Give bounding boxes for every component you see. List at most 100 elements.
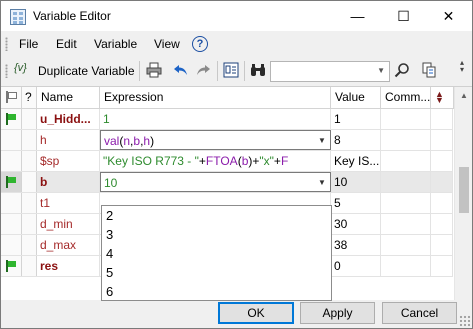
value-cell[interactable]: Key IS... xyxy=(331,151,381,171)
header-flag-column[interactable] xyxy=(1,87,22,109)
comment-cell[interactable] xyxy=(381,151,431,171)
duplicate-variable-button[interactable]: Duplicate Variable xyxy=(38,64,135,78)
variable-name-cell[interactable]: b xyxy=(37,172,100,192)
copy-icon[interactable] xyxy=(421,62,437,78)
dropdown-option[interactable]: 2 xyxy=(106,208,113,223)
print-icon[interactable] xyxy=(146,62,162,78)
comment-cell[interactable] xyxy=(381,235,431,255)
vertical-scrollbar[interactable]: ▲ xyxy=(454,87,472,300)
comment-cell[interactable] xyxy=(381,256,431,276)
value-cell[interactable]: 8 xyxy=(331,130,381,150)
sort-order-icon: ▲ ▼ xyxy=(435,89,444,105)
comment-cell[interactable] xyxy=(381,130,431,150)
search-combo-input[interactable]: ▼ xyxy=(270,61,390,82)
value-cell[interactable]: 5 xyxy=(331,193,381,213)
row-question-cell[interactable] xyxy=(22,235,37,255)
comment-cell[interactable] xyxy=(381,193,431,213)
variable-name-cell[interactable]: t1 xyxy=(37,193,100,213)
header-value[interactable]: Value xyxy=(331,87,381,109)
cancel-button[interactable]: Cancel xyxy=(382,302,457,324)
expression-cell[interactable]: 10 ▼ xyxy=(100,172,331,192)
expression-token: + xyxy=(198,154,206,168)
variable-name-cell[interactable]: d_max xyxy=(37,235,100,255)
flag-header-icon xyxy=(6,91,17,103)
table-row[interactable]: u_Hidd... 1 1 xyxy=(1,109,453,130)
binoculars-icon[interactable] xyxy=(250,62,266,78)
table-row[interactable]: b 10 ▼ 10 xyxy=(1,172,453,193)
maximize-button[interactable]: ☐ xyxy=(381,2,426,31)
menu-grip-handle[interactable] xyxy=(5,37,8,51)
row-question-cell[interactable] xyxy=(22,193,37,213)
page-icon[interactable] xyxy=(223,62,239,78)
value-cell[interactable]: 10 xyxy=(331,172,381,192)
variable-name-cell[interactable]: h xyxy=(37,130,100,150)
menu-edit[interactable]: Edit xyxy=(56,37,77,51)
row-flag-cell[interactable] xyxy=(1,109,22,129)
dropdown-option[interactable]: 3 xyxy=(106,227,113,242)
row-question-cell[interactable] xyxy=(22,256,37,276)
table-row[interactable]: $sp "Key ISO R773 - "+FTOA(b)+"x"+F Key IS… xyxy=(1,151,453,172)
chevron-down-icon[interactable]: ▼ xyxy=(377,66,385,75)
header-comment[interactable]: Comm... xyxy=(381,87,431,109)
dropdown-option[interactable]: 4 xyxy=(106,246,113,261)
scrollbar-thumb[interactable] xyxy=(459,167,469,213)
row-flag-cell[interactable] xyxy=(1,214,22,234)
row-flag-cell[interactable] xyxy=(1,172,22,192)
maximize-icon: ☐ xyxy=(397,8,410,24)
toolbar: {v} Duplicate Variable ▼ ▴ ▾ xyxy=(1,57,472,85)
row-question-cell[interactable] xyxy=(22,151,37,171)
row-question-cell[interactable] xyxy=(22,130,37,150)
header-question-column[interactable]: ? xyxy=(22,87,37,109)
variable-name-cell[interactable]: d_min xyxy=(37,214,100,234)
duplicate-variable-icon[interactable]: {v} xyxy=(14,62,27,74)
search-icon[interactable] xyxy=(394,62,410,78)
header-name[interactable]: Name xyxy=(37,87,100,109)
row-flag-cell[interactable] xyxy=(1,130,22,150)
variable-name-cell[interactable]: u_Hidd... xyxy=(37,109,100,129)
header-more-columns[interactable]: ▲ ▼ xyxy=(431,87,454,109)
green-flag-icon xyxy=(6,176,16,188)
toolbar-overflow-icon[interactable]: ▴ ▾ xyxy=(460,59,464,74)
menu-file[interactable]: File xyxy=(19,37,38,51)
row-flag-cell[interactable] xyxy=(1,235,22,255)
toolbar-separator xyxy=(244,61,245,81)
apply-button[interactable]: Apply xyxy=(300,302,375,324)
row-question-cell[interactable] xyxy=(22,109,37,129)
dropdown-option[interactable]: 5 xyxy=(106,265,113,280)
expression-cell[interactable]: "Key ISO R773 - "+FTOA(b)+"x"+F xyxy=(100,151,331,171)
undo-icon[interactable] xyxy=(173,62,189,78)
value-cell[interactable]: 0 xyxy=(331,256,381,276)
ok-button[interactable]: OK xyxy=(218,302,294,324)
title-bar[interactable]: Variable Editor — ☐ ✕ xyxy=(1,1,472,31)
toolbar-grip-handle[interactable] xyxy=(5,64,8,78)
chevron-down-icon[interactable]: ▼ xyxy=(316,134,328,148)
close-button[interactable]: ✕ xyxy=(426,2,471,31)
comment-cell[interactable] xyxy=(381,172,431,192)
chevron-down-icon[interactable]: ▼ xyxy=(316,176,328,190)
help-icon[interactable]: ? xyxy=(192,36,208,52)
resize-grip-handle[interactable] xyxy=(459,315,471,327)
scroll-up-icon[interactable]: ▲ xyxy=(455,87,472,104)
variable-name-cell[interactable]: $sp xyxy=(37,151,100,171)
comment-cell[interactable] xyxy=(381,214,431,234)
menu-view[interactable]: View xyxy=(154,37,180,51)
row-question-cell[interactable] xyxy=(22,172,37,192)
menu-variable[interactable]: Variable xyxy=(94,37,137,51)
row-question-cell[interactable] xyxy=(22,214,37,234)
expression-cell[interactable]: val(n,b,h) ▼ xyxy=(100,130,331,150)
comment-cell[interactable] xyxy=(381,109,431,129)
header-expression[interactable]: Expression xyxy=(100,87,331,109)
expression-dropdown-list: 2 3 4 5 6 xyxy=(101,205,332,301)
variable-name-cell[interactable]: res xyxy=(37,256,100,276)
dropdown-option[interactable]: 6 xyxy=(106,284,113,299)
row-flag-cell[interactable] xyxy=(1,151,22,171)
table-row[interactable]: h val(n,b,h) ▼ 8 xyxy=(1,130,453,151)
expression-cell[interactable]: 1 xyxy=(100,109,331,129)
row-flag-cell[interactable] xyxy=(1,256,22,276)
value-cell[interactable]: 38 xyxy=(331,235,381,255)
value-cell[interactable]: 30 xyxy=(331,214,381,234)
redo-icon[interactable] xyxy=(195,62,211,78)
row-flag-cell[interactable] xyxy=(1,193,22,213)
minimize-button[interactable]: — xyxy=(335,2,380,31)
value-cell[interactable]: 1 xyxy=(331,109,381,129)
